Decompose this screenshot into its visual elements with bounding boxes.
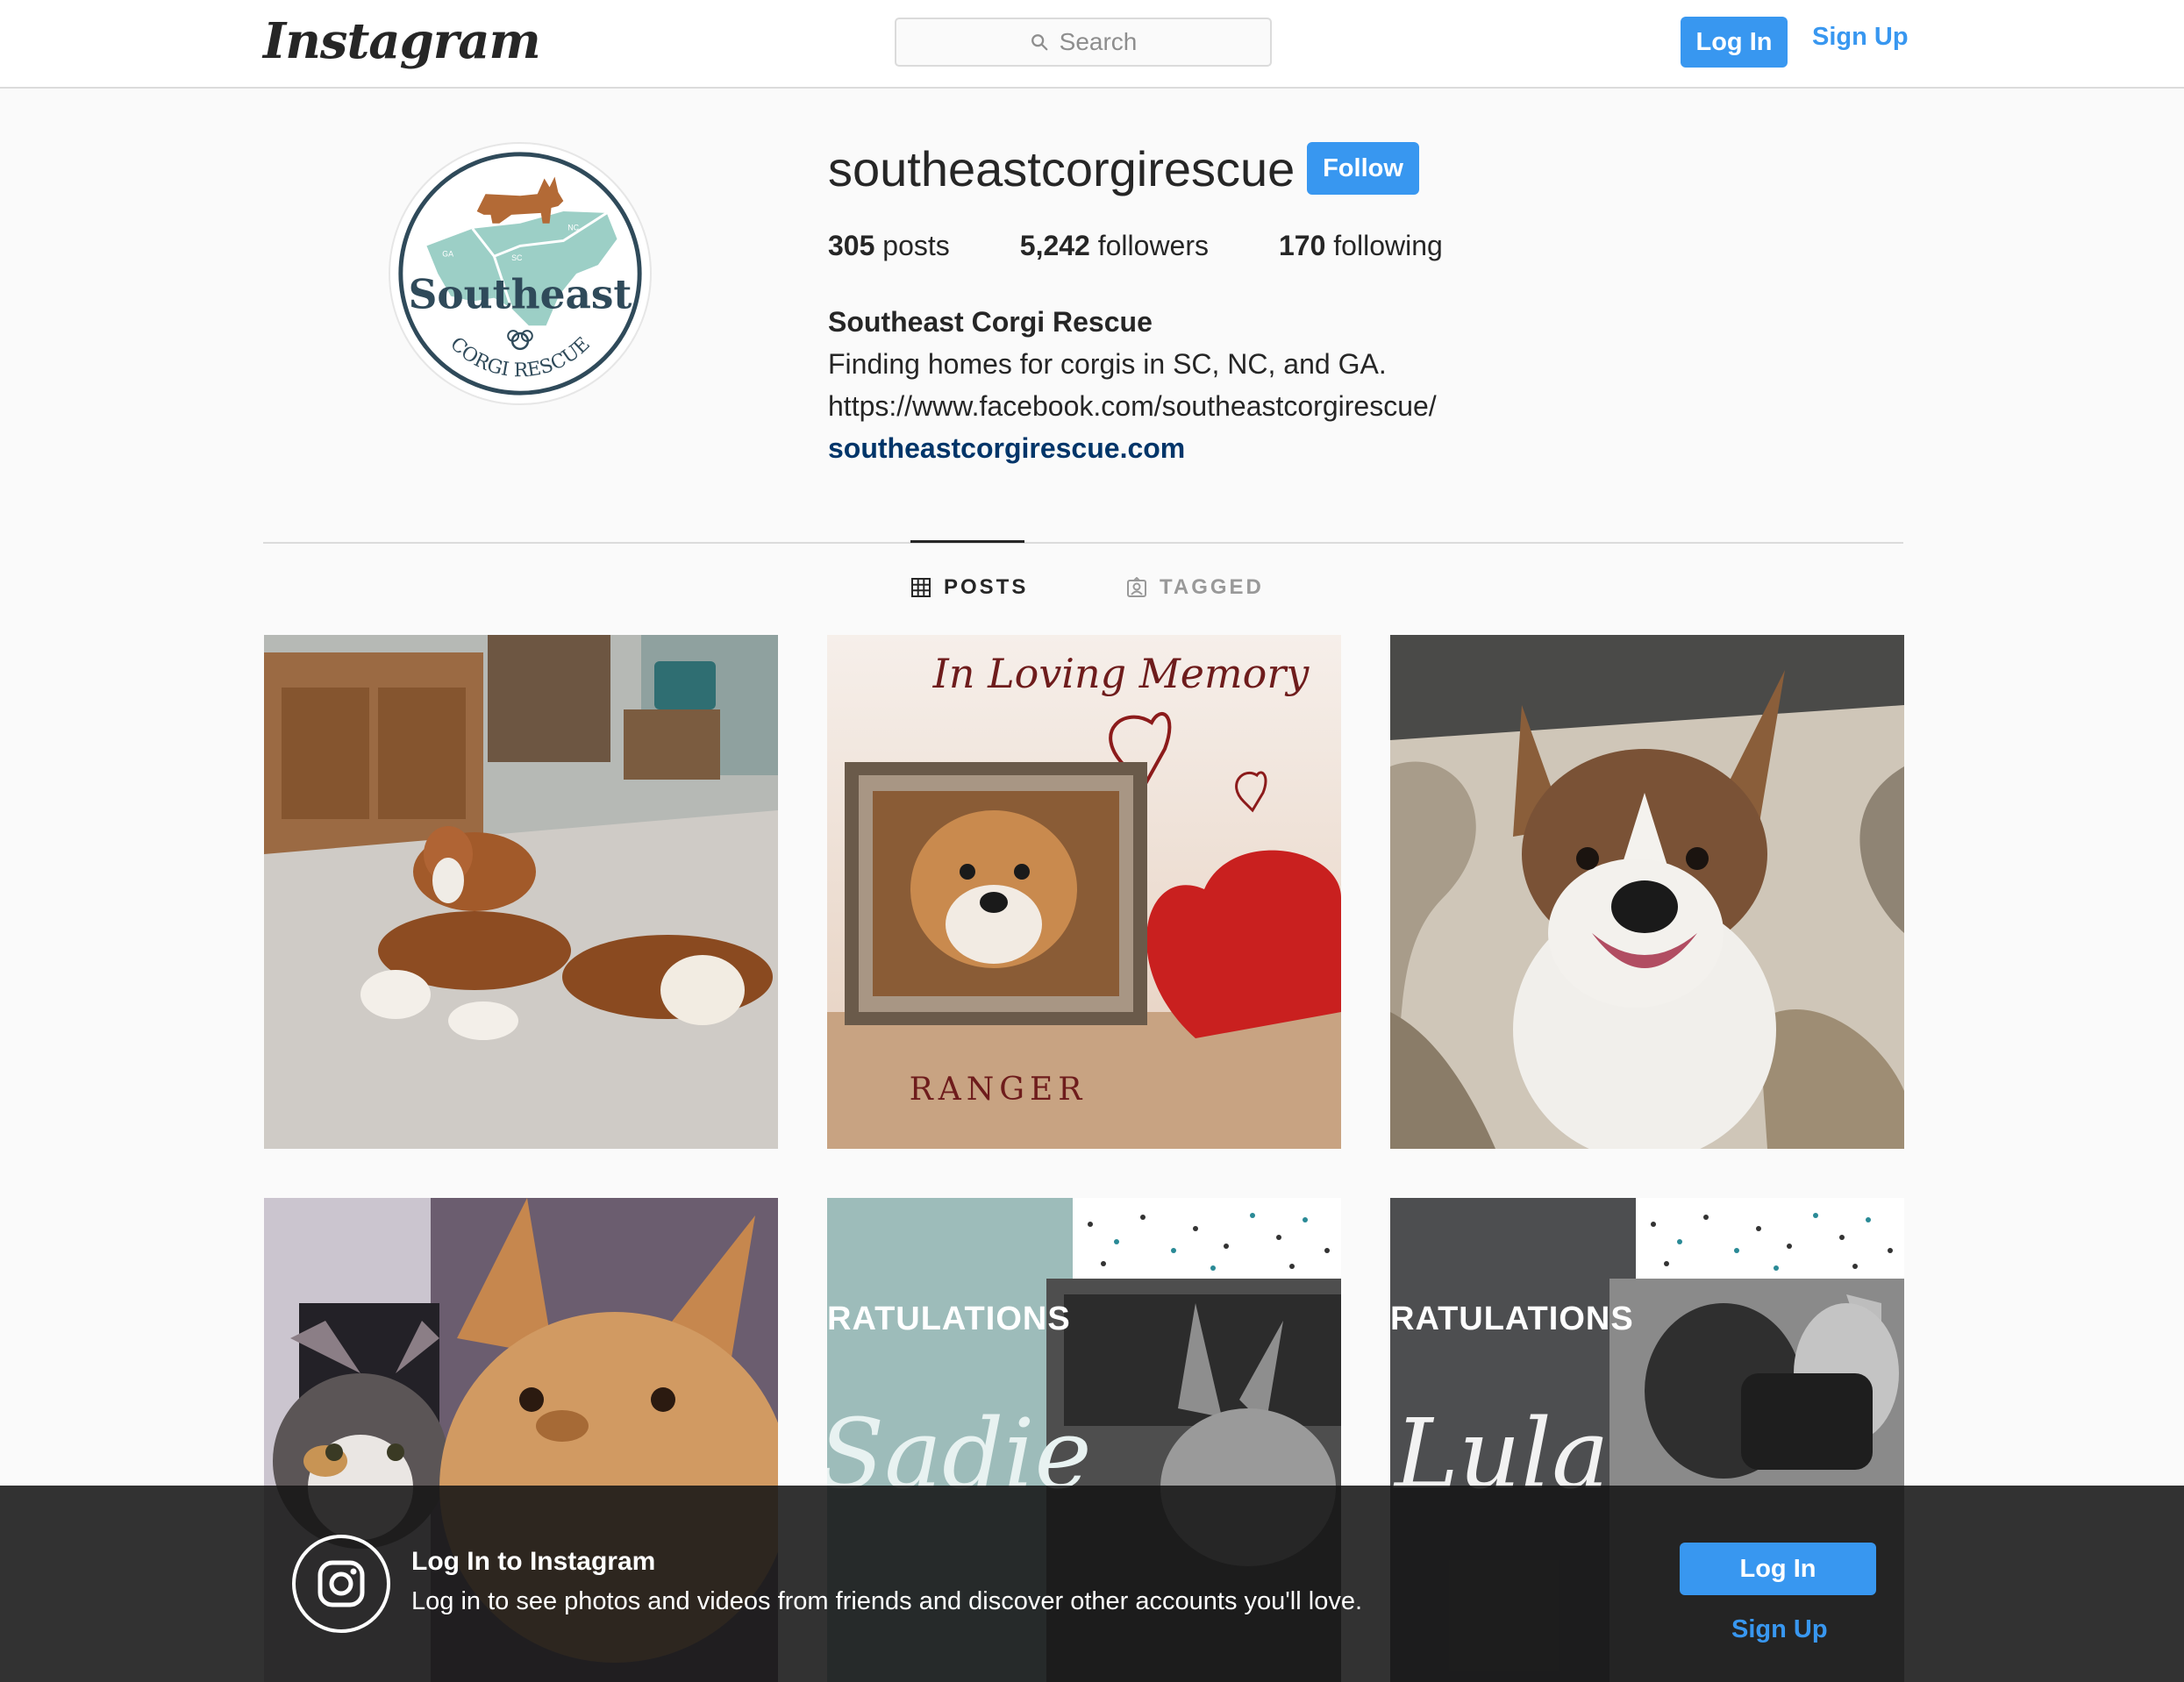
- post-image-smiling-corgi-mix: [1390, 635, 1904, 1149]
- instagram-glyph-icon: [292, 1535, 390, 1633]
- profile-avatar: GA SC NC Southeast CORGI RESCUE: [389, 142, 652, 405]
- tab-posts-label: POSTS: [944, 575, 1029, 599]
- bio-text: Finding homes for corgis in SC, NC, and …: [828, 348, 1387, 380]
- bio-link-text: https://www.facebook.com/southeastcorgir…: [828, 390, 1437, 422]
- signup-link[interactable]: Sign Up: [1812, 23, 1909, 52]
- follow-button[interactable]: Follow: [1307, 142, 1419, 195]
- search-box[interactable]: Search: [895, 18, 1272, 67]
- tab-tagged-label: TAGGED: [1160, 575, 1264, 599]
- profile-website-link[interactable]: southeastcorgirescue.com: [828, 432, 1185, 464]
- tabs-divider: [263, 542, 1903, 544]
- svg-text:RANGER: RANGER: [910, 1072, 1088, 1108]
- stat-following[interactable]: 170 following: [1279, 230, 1443, 262]
- banner-description: Log in to see photos and videos from fri…: [411, 1587, 1363, 1615]
- banner-signup-link[interactable]: Sign Up: [1731, 1615, 1828, 1644]
- profile-stats: 305 posts 5,242 followers 170 following: [828, 230, 1513, 262]
- login-prompt-banner: Log In to Instagram Log in to see photos…: [0, 1486, 2184, 1682]
- stat-posts[interactable]: 305 posts: [828, 230, 950, 262]
- grid-icon: [911, 578, 931, 597]
- svg-text:SC: SC: [511, 253, 523, 262]
- search-icon: [1031, 34, 1048, 51]
- search-placeholder: Search: [1059, 28, 1138, 55]
- profile-full-name: Southeast Corgi Rescue: [828, 306, 1153, 338]
- active-tab-indicator: [910, 540, 1024, 543]
- post-thumbnail[interactable]: [1390, 635, 1904, 1149]
- login-button[interactable]: Log In: [1681, 17, 1788, 68]
- tab-posts[interactable]: POSTS: [910, 575, 1028, 600]
- post-image-corgi-with-plush-toys: [264, 635, 778, 1149]
- svg-text:GA: GA: [442, 249, 453, 258]
- tab-tagged[interactable]: TAGGED: [1126, 575, 1264, 600]
- instagram-logo[interactable]: Instagram: [263, 12, 541, 70]
- svg-text:RATULATIONS: RATULATIONS: [1390, 1301, 1634, 1337]
- top-navigation-bar: Instagram Search Log In Sign Up: [0, 0, 2184, 89]
- post-image-in-loving-memory: In Loving Memory RANGER: [827, 635, 1341, 1149]
- svg-text:RATULATIONS: RATULATIONS: [827, 1301, 1071, 1337]
- profile-username: southeastcorgirescue: [828, 141, 1295, 196]
- svg-text:NC: NC: [567, 224, 579, 232]
- svg-text:Southeast: Southeast: [409, 270, 632, 317]
- profile-bio: Southeast Corgi Rescue Finding homes for…: [828, 301, 1437, 469]
- post-thumbnail[interactable]: In Loving Memory RANGER: [827, 635, 1341, 1149]
- tagged-icon: [1127, 577, 1146, 597]
- banner-title: Log In to Instagram: [411, 1547, 656, 1576]
- stat-followers[interactable]: 5,242 followers: [1020, 230, 1209, 262]
- svg-text:In Loving Memory: In Loving Memory: [932, 650, 1310, 697]
- banner-login-button[interactable]: Log In: [1680, 1543, 1876, 1595]
- post-thumbnail[interactable]: [264, 635, 778, 1149]
- southeast-corgi-rescue-logo: GA SC NC Southeast CORGI RESCUE: [398, 152, 642, 396]
